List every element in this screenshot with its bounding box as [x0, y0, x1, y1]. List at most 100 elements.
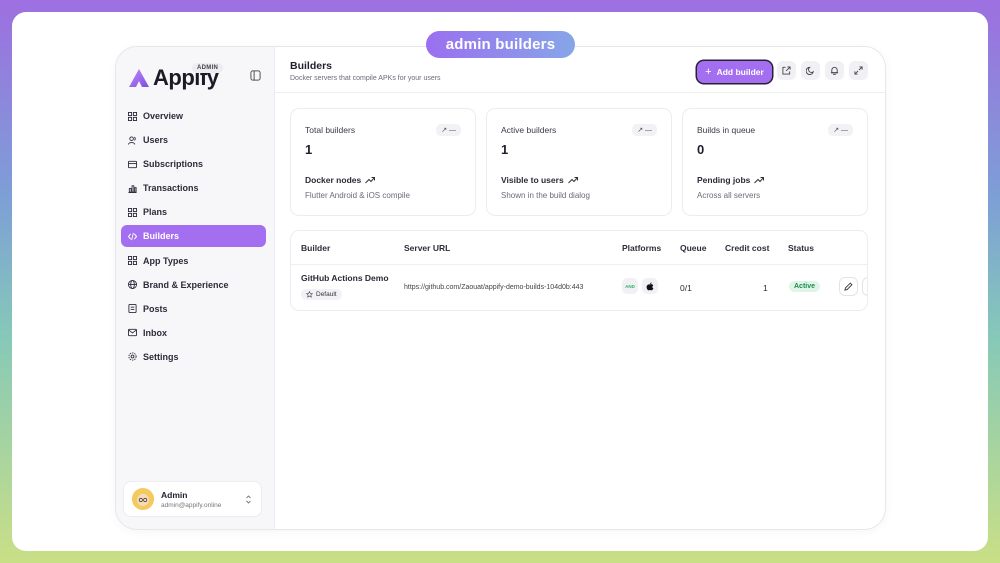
trending-up-icon — [754, 177, 765, 184]
topbar: Builders Docker servers that compile APK… — [275, 47, 885, 93]
main-content: Builders Docker servers that compile APK… — [274, 47, 885, 529]
trend-badge: ↗ — — [436, 124, 461, 136]
pencil-icon — [844, 282, 853, 291]
avatar-face-icon — [132, 488, 154, 510]
trend-badge: ↗ — — [828, 124, 853, 136]
column-header-status: Status — [788, 243, 814, 253]
fullscreen-button[interactable] — [849, 61, 868, 80]
star-icon — [306, 291, 313, 298]
table-header-divider — [291, 264, 867, 265]
builder-name: GitHub Actions Demo — [301, 273, 389, 283]
sidebar-item-transactions[interactable]: Transactions — [121, 177, 266, 199]
sidebar-item-plans[interactable]: Plans — [121, 201, 266, 223]
sidebar-item-users[interactable]: Users — [121, 129, 266, 151]
sidebar-item-label: App Types — [143, 255, 189, 266]
server-url: https://github.com/Zaouat/appify-demo-bu… — [404, 284, 584, 291]
trending-up-icon — [567, 177, 578, 184]
bell-icon — [830, 66, 839, 75]
sidebar-item-brand-experience[interactable]: Brand & Experience — [121, 274, 266, 296]
sidebar-collapse-icon[interactable] — [250, 70, 261, 81]
open-external-button[interactable] — [777, 61, 796, 80]
user-name: Admin — [161, 489, 188, 500]
trend-icon: ↗ — [833, 127, 841, 134]
chevron-up-down-icon — [246, 495, 251, 504]
sidebar-item-posts[interactable]: Posts — [121, 298, 266, 320]
sidebar-item-label: Posts — [143, 303, 168, 314]
status-badge: Active — [789, 281, 821, 292]
grid-icon — [128, 207, 137, 217]
code-icon — [128, 232, 137, 241]
sidebar-item-label: Subscriptions — [143, 159, 204, 170]
android-platform-icon: AND — [622, 278, 638, 294]
credit-cost-value: 1 — [763, 283, 768, 293]
sidebar-item-label: Inbox — [143, 327, 167, 338]
mail-icon — [128, 329, 137, 337]
theme-toggle-button[interactable] — [801, 61, 820, 80]
sidebar-item-label: Brand & Experience — [143, 279, 229, 290]
sidebar-item-label: Settings — [143, 351, 179, 362]
plus-icon: + — [705, 66, 712, 78]
stat-description: Flutter Android & iOS compile — [305, 191, 410, 200]
edit-builder-button[interactable] — [839, 277, 858, 296]
trend-icon: ↗ — [441, 127, 449, 134]
apple-icon — [646, 281, 654, 290]
more-actions-button[interactable] — [862, 277, 868, 296]
bar-chart-icon — [128, 185, 137, 193]
sidebar-item-label: Plans — [143, 207, 168, 218]
column-header-queue: Queue — [680, 243, 707, 253]
trending-up-icon — [365, 177, 376, 184]
banner-title: admin builders — [426, 31, 575, 58]
stat-card-builds-in-queue: Builds in queue ↗ — 0 Pending jobs Acros… — [682, 108, 868, 216]
stat-description: Across all servers — [697, 191, 761, 200]
sidebar-item-builders[interactable]: Builders — [121, 225, 266, 248]
stat-description: Shown in the build dialog — [501, 191, 590, 200]
page-subtitle: Docker servers that compile APKs for you… — [290, 75, 441, 82]
logo-mark-icon — [129, 69, 149, 87]
moon-icon — [806, 66, 814, 75]
stat-card-total-builders: Total builders ↗ — 1 Docker nodes Flutte… — [290, 108, 476, 216]
user-menu[interactable]: Admin admin@appify.online — [123, 481, 262, 517]
add-builder-label: Add builder — [716, 67, 764, 77]
grid-icon — [128, 256, 137, 266]
sidebar-item-subscriptions[interactable]: Subscriptions — [121, 153, 266, 175]
avatar — [132, 488, 154, 510]
gear-icon — [128, 352, 137, 361]
user-email: admin@appify.online — [161, 501, 222, 509]
trend-badge: ↗ — — [632, 124, 657, 136]
column-header-credit-cost: Credit cost — [725, 243, 770, 253]
grid-icon — [128, 111, 137, 121]
card-icon — [128, 160, 137, 168]
stat-sub: Visible to users — [501, 175, 578, 185]
sidebar-item-app-types[interactable]: App Types — [121, 250, 266, 272]
default-badge: Default — [301, 289, 342, 300]
column-header-builder: Builder — [301, 243, 331, 253]
stat-label: Active builders — [501, 125, 557, 135]
column-header-platforms: Platforms — [622, 243, 662, 253]
stat-value: 0 — [697, 142, 705, 157]
sidebar-item-label: Users — [143, 135, 169, 146]
external-link-icon — [782, 66, 791, 75]
app-window: Appify ADMIN Overview Users Subscription… — [115, 46, 886, 530]
stat-card-active-builders: Active builders ↗ — 1 Visible to users S… — [486, 108, 672, 216]
sidebar-item-label: Builders — [143, 231, 180, 242]
document-icon — [128, 304, 137, 314]
add-builder-button[interactable]: + Add builder — [697, 61, 772, 83]
stat-label: Total builders — [305, 125, 356, 135]
admin-badge: ADMIN — [192, 63, 224, 73]
stat-label: Builds in queue — [697, 125, 756, 135]
page-title: Builders — [290, 60, 333, 72]
globe-icon — [128, 280, 137, 290]
column-header-server-url: Server URL — [404, 243, 451, 253]
queue-value: 0/1 — [680, 283, 692, 293]
users-icon — [128, 136, 136, 145]
more-icon — [867, 282, 868, 291]
sidebar-item-inbox[interactable]: Inbox — [121, 322, 266, 344]
stat-sub: Docker nodes — [305, 175, 376, 185]
sidebar-item-overview[interactable]: Overview — [121, 105, 266, 127]
notifications-button[interactable] — [825, 61, 844, 80]
sidebar-item-settings[interactable]: Settings — [121, 346, 266, 368]
expand-icon — [854, 66, 863, 75]
trend-icon: ↗ — [637, 127, 645, 134]
stat-value: 1 — [305, 142, 313, 157]
stat-sub: Pending jobs — [697, 175, 765, 185]
